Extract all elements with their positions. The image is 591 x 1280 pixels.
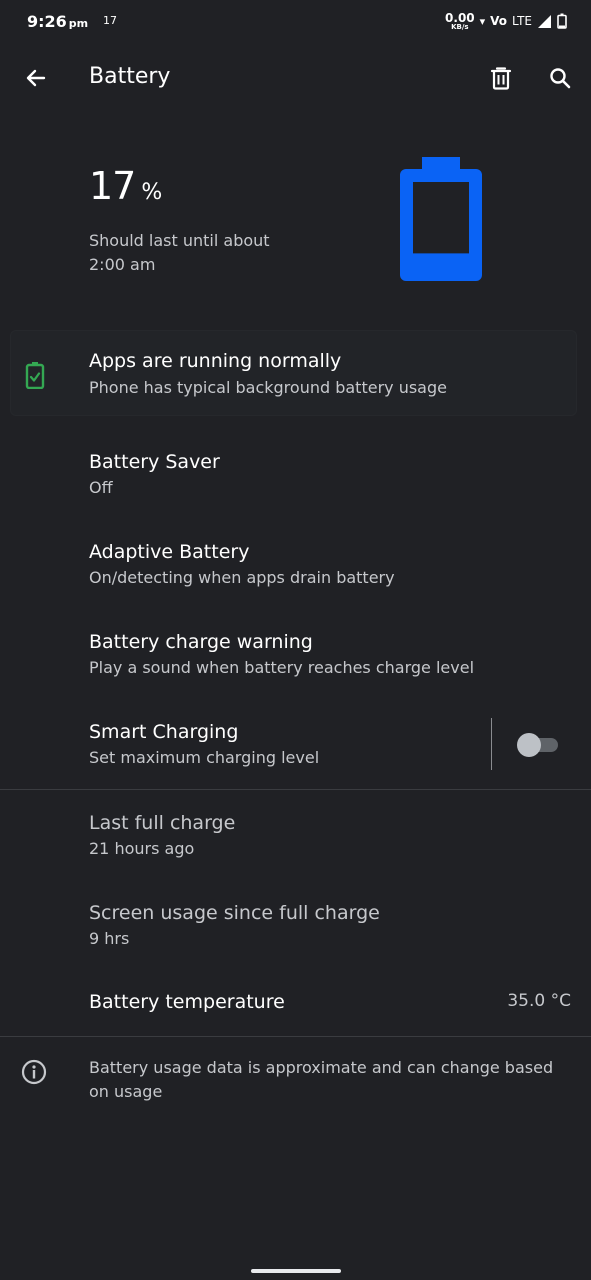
pref-title: Adaptive Battery xyxy=(89,541,250,563)
adaptive-battery-item[interactable]: Adaptive Battery On/detecting when apps … xyxy=(89,540,569,589)
network-speed-unit: KB/s xyxy=(451,22,469,31)
volte-indicator: Vo xyxy=(490,14,508,28)
screen-usage-item: Screen usage since full charge 9 hrs xyxy=(89,901,569,950)
battery-charge-warning-item[interactable]: Battery charge warning Play a sound when… xyxy=(89,630,569,679)
last-full-charge-item: Last full charge 21 hours ago xyxy=(89,811,569,860)
pref-title: Last full charge xyxy=(89,812,236,834)
status-time-ampm: pm xyxy=(68,17,89,30)
battery-estimate: Should last until about 2:00 am xyxy=(89,229,270,277)
pref-title: Smart Charging xyxy=(89,721,239,743)
status-bar: 9:26 pm 17 0.00 KB/s ▾ Vo LTE xyxy=(0,0,591,44)
percent-sign: % xyxy=(141,180,163,205)
app-bar: Battery xyxy=(0,52,591,108)
pref-title: Battery charge warning xyxy=(89,631,313,653)
pref-title: Screen usage since full charge xyxy=(89,902,380,924)
search-icon xyxy=(550,68,571,89)
gesture-nav-handle[interactable] xyxy=(251,1269,341,1273)
pref-summary: Off xyxy=(89,478,113,497)
footer-divider xyxy=(0,1036,591,1037)
smart-charging-toggle[interactable] xyxy=(514,731,562,757)
toggle-divider xyxy=(491,718,492,770)
pref-summary: Set maximum charging level xyxy=(89,748,320,767)
battery-usage-disclaimer: Battery usage data is approximate and ca… xyxy=(89,1058,554,1101)
info-icon xyxy=(21,1059,47,1085)
signal-icon xyxy=(538,14,551,28)
page-title: Battery xyxy=(89,64,171,89)
network-speed-value: 0.00 xyxy=(445,10,475,25)
battery-temperature-value: 35.0 °C xyxy=(507,991,571,1011)
tip-subtitle: Phone has typical background battery usa… xyxy=(89,378,447,397)
estimate-line-1: Should last until about xyxy=(89,231,270,250)
notification-count: 17 xyxy=(103,14,117,27)
network-speed: 0.00 KB/s xyxy=(445,12,475,31)
trash-icon xyxy=(490,67,512,90)
battery-saver-item[interactable]: Battery Saver Off xyxy=(89,450,569,499)
toggle-thumb xyxy=(517,733,541,757)
battery-temperature-label: Battery temperature xyxy=(89,991,285,1013)
battery-header: 17% Should last until about 2:00 am xyxy=(0,150,591,290)
battery-level-value: 17 xyxy=(89,164,136,208)
estimate-line-2: 2:00 am xyxy=(89,255,156,274)
data-arrow-icon: ▾ xyxy=(479,14,486,28)
battery-level-icon xyxy=(400,157,482,281)
battery-tip-card[interactable]: Apps are running normally Phone has typi… xyxy=(10,330,577,416)
back-button[interactable] xyxy=(18,60,54,96)
smart-charging-item[interactable]: Smart Charging Set maximum charging leve… xyxy=(89,720,479,769)
pref-summary: On/detecting when apps drain battery xyxy=(89,568,395,587)
search-button[interactable] xyxy=(543,60,577,96)
back-arrow-icon xyxy=(26,69,46,87)
pref-summary: Play a sound when battery reaches charge… xyxy=(89,658,475,677)
section-divider xyxy=(0,789,591,790)
battery-percentage: 17% xyxy=(89,164,162,208)
status-time-value: 9:26 xyxy=(27,12,67,31)
battery-status-icon xyxy=(557,13,567,29)
pref-summary: 9 hrs xyxy=(89,929,130,948)
pref-title: Battery Saver xyxy=(89,451,220,473)
network-type: LTE xyxy=(512,14,532,28)
delete-button[interactable] xyxy=(484,60,518,96)
status-time: 9:26 pm xyxy=(27,12,88,31)
battery-check-icon xyxy=(25,362,45,389)
pref-summary: 21 hours ago xyxy=(89,839,195,858)
status-indicators: 0.00 KB/s ▾ Vo LTE xyxy=(445,9,567,33)
tip-title: Apps are running normally xyxy=(89,350,342,372)
